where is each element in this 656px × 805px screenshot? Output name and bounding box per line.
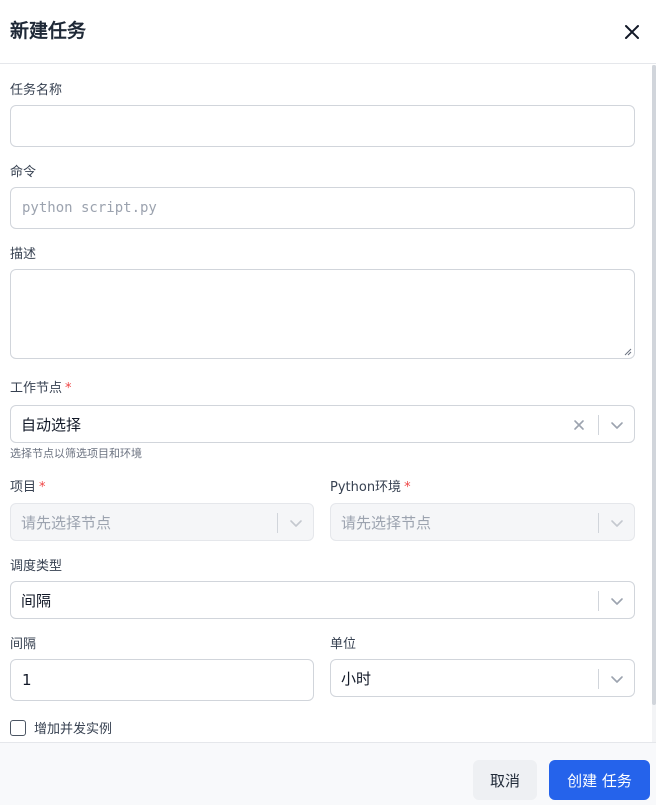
scrollbar[interactable] xyxy=(652,65,656,742)
schedule-type-label: 调度类型 xyxy=(10,559,63,574)
concurrent-instances-checkbox[interactable] xyxy=(10,719,26,736)
required-mark: * xyxy=(39,480,46,495)
worker-node-hint: 选择节点以筛选项目和环境 xyxy=(10,447,142,460)
concurrent-instances-row[interactable]: 增加并发实例 xyxy=(10,718,112,737)
python-env-label-text: Python环境 xyxy=(330,480,402,495)
project-label: 项目 * xyxy=(10,479,46,497)
chevron-down-icon[interactable] xyxy=(608,670,626,688)
select-separator xyxy=(277,513,278,533)
project-label-text: 项目 xyxy=(10,480,37,495)
required-mark: * xyxy=(65,381,72,396)
unit-label: 单位 xyxy=(330,637,357,652)
worker-node-value: 自动选择 xyxy=(21,415,82,434)
cancel-button[interactable]: 取消 xyxy=(473,760,537,800)
chevron-down-icon[interactable] xyxy=(608,592,626,610)
schedule-type-select[interactable]: 间隔 xyxy=(10,581,635,619)
select-separator xyxy=(598,669,599,689)
task-name-input[interactable] xyxy=(10,105,635,147)
dialog-footer: 取消 创建 任务 xyxy=(0,742,656,805)
project-select[interactable]: 请先选择节点 xyxy=(10,503,314,541)
select-separator xyxy=(598,591,599,611)
resize-grip-icon[interactable] xyxy=(624,348,632,356)
unit-value: 小时 xyxy=(341,669,372,688)
chevron-down-icon[interactable] xyxy=(608,416,626,434)
create-task-button[interactable]: 创建 任务 xyxy=(549,760,650,800)
command-placeholder: python script.py xyxy=(22,200,157,216)
close-button[interactable] xyxy=(620,20,644,44)
description-textarea[interactable] xyxy=(10,269,635,359)
select-separator xyxy=(598,513,599,533)
interval-input[interactable]: 1 xyxy=(10,659,314,701)
description-label: 描述 xyxy=(10,247,37,262)
worker-node-label: 工作节点 * xyxy=(10,380,72,398)
dialog-body[interactable]: 任务名称 命令 python script.py 描述 工作节点* 自动选择 xyxy=(0,65,656,742)
worker-node-label-text: 工作节点 xyxy=(10,381,63,396)
chevron-down-icon[interactable] xyxy=(287,514,305,532)
concurrent-instances-label: 增加并发实例 xyxy=(34,722,113,737)
python-env-select[interactable]: 请先选择节点 xyxy=(330,503,635,541)
close-icon xyxy=(625,25,639,39)
command-input[interactable]: python script.py xyxy=(10,187,635,229)
clear-icon[interactable] xyxy=(571,417,587,433)
python-env-label: Python环境 * xyxy=(330,479,411,497)
worker-node-select[interactable]: 自动选择 xyxy=(10,405,635,443)
python-env-placeholder: 请先选择节点 xyxy=(341,513,432,532)
interval-label: 间隔 xyxy=(10,637,37,652)
select-separator xyxy=(598,415,599,435)
project-placeholder: 请先选择节点 xyxy=(21,513,112,532)
scrollbar-thumb[interactable] xyxy=(652,65,656,705)
schedule-type-value: 间隔 xyxy=(21,591,52,610)
unit-select[interactable]: 小时 xyxy=(330,659,635,697)
interval-value: 1 xyxy=(22,671,32,689)
required-mark: * xyxy=(404,480,411,495)
dialog-title: 新建任务 xyxy=(10,20,87,42)
new-task-dialog: 新建任务 任务名称 命令 python script.py 描述 工作节点* xyxy=(0,0,656,805)
command-label: 命令 xyxy=(10,165,37,180)
chevron-down-icon[interactable] xyxy=(608,514,626,532)
dialog-header: 新建任务 xyxy=(0,0,656,64)
task-name-label: 任务名称 xyxy=(10,83,63,98)
